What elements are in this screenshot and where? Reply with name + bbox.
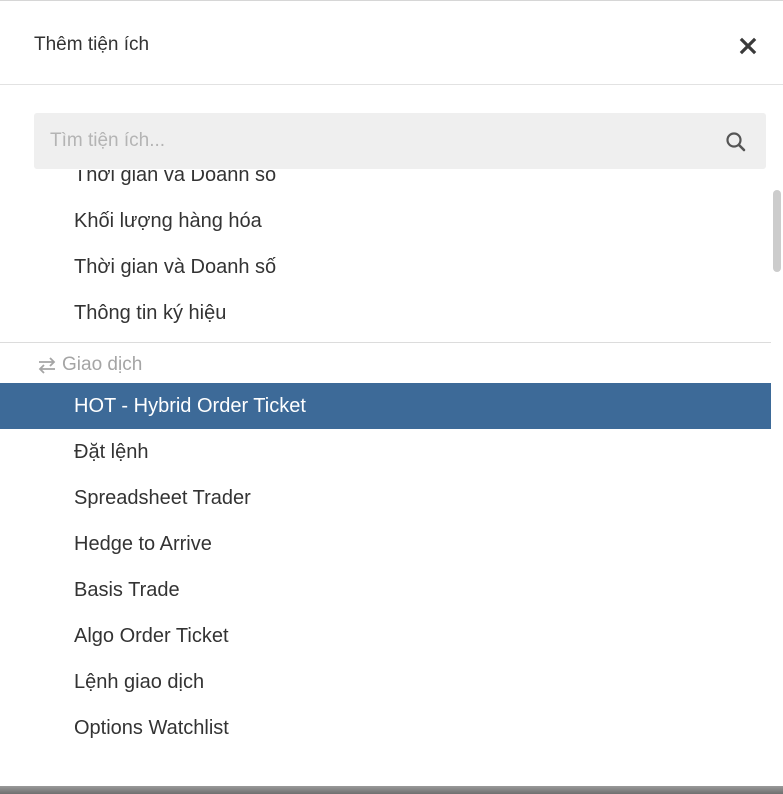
- widget-list-item[interactable]: HOT - Hybrid Order Ticket: [0, 383, 771, 429]
- widget-list-item[interactable]: Spreadsheet Trader: [0, 475, 771, 521]
- widget-list-item[interactable]: Basis Trade: [0, 567, 771, 613]
- bottom-border: [0, 786, 783, 794]
- swap-arrows-icon: [38, 357, 56, 374]
- dialog-header: Thêm tiện ích: [0, 1, 783, 85]
- dialog-title: Thêm tiện ích: [34, 34, 150, 55]
- search-input[interactable]: [34, 113, 714, 169]
- widget-list-item[interactable]: Thời gian và Doanh số: [0, 170, 771, 198]
- widget-list-item[interactable]: Khối lượng hàng hóa: [0, 198, 771, 244]
- widget-list[interactable]: Thời gian và Doanh số Khối lượng hàng hóa…: [0, 170, 783, 756]
- close-button[interactable]: [733, 31, 763, 61]
- search-icon[interactable]: [724, 130, 748, 154]
- widget-list-item[interactable]: Algo Order Ticket: [0, 613, 771, 659]
- category-label: Giao dịch: [62, 354, 143, 375]
- widget-list-item[interactable]: Đặt lệnh: [0, 429, 771, 475]
- scrollbar-thumb[interactable]: [773, 190, 781, 272]
- category-header: Giao dịch: [0, 342, 771, 386]
- close-icon: [739, 37, 757, 55]
- widget-list-item[interactable]: Lệnh giao dịch: [0, 659, 771, 705]
- widget-list-item[interactable]: Thời gian và Doanh số: [0, 244, 771, 290]
- search-box: [34, 113, 766, 169]
- widget-list-item[interactable]: Options Watchlist: [0, 705, 771, 751]
- widget-list-item[interactable]: Hedge to Arrive: [0, 521, 771, 567]
- widget-list-item[interactable]: Thông tin ký hiệu: [0, 290, 771, 336]
